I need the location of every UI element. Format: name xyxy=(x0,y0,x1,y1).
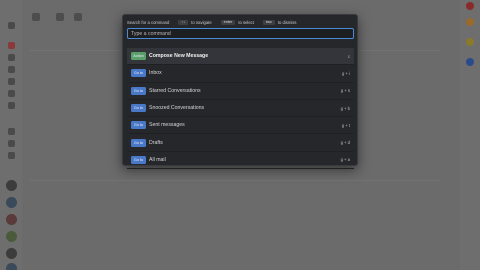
command-search-input[interactable] xyxy=(127,28,354,39)
command-item[interactable]: Go to Snoozed Conversations g + b xyxy=(127,100,354,118)
command-type-badge: Go to xyxy=(131,104,146,113)
command-item[interactable]: Go to Starred Conversations g + s xyxy=(127,83,354,100)
sent-icon[interactable] xyxy=(8,78,15,85)
navigate-hint: to navigate xyxy=(191,19,212,25)
snooze-icon[interactable] xyxy=(8,66,15,73)
command-type-badge: Go to xyxy=(131,86,146,95)
command-item[interactable]: Go to All mail g + a xyxy=(127,152,354,170)
select-key: enter xyxy=(220,19,236,25)
dismiss-hint: to dismiss xyxy=(277,19,297,25)
label-icon[interactable] xyxy=(8,128,15,135)
dismiss-key: esc xyxy=(262,19,275,25)
command-label: Compose New Message xyxy=(149,53,209,60)
command-list: Action Compose New Message c Go to Inbox g + … xyxy=(127,48,354,170)
tasks-icon[interactable] xyxy=(466,58,474,66)
select-hint: to select xyxy=(238,19,254,25)
command-label: Drafts xyxy=(149,139,163,146)
hint-prefix: Search for a command xyxy=(127,19,170,25)
keyboard-shortcut: g + a xyxy=(340,157,350,163)
account-icon[interactable] xyxy=(466,2,474,10)
divider xyxy=(30,180,440,181)
command-label: Starred Conversations xyxy=(149,87,201,94)
command-item[interactable]: Go to Drafts g + d xyxy=(127,134,354,152)
command-type-badge: Go to xyxy=(131,138,146,147)
keyboard-shortcut: g + t xyxy=(341,122,350,128)
drafts-icon[interactable] xyxy=(8,90,15,97)
command-type-badge: Action xyxy=(131,52,146,61)
calendar-icon[interactable] xyxy=(466,18,474,26)
command-label: All mail xyxy=(149,156,166,163)
star-icon[interactable] xyxy=(8,54,15,61)
command-type-badge: Go to xyxy=(131,121,146,130)
command-type-badge: Go to xyxy=(131,69,146,78)
inbox-icon[interactable] xyxy=(8,42,15,49)
keyboard-shortcut: c xyxy=(347,53,350,59)
select-checkbox-icon[interactable] xyxy=(32,13,40,21)
more-icon[interactable] xyxy=(74,13,82,21)
keyboard-shortcut: g + b xyxy=(340,105,350,111)
command-item[interactable]: Go to Inbox g + i xyxy=(127,65,354,83)
command-type-badge: Go to xyxy=(131,155,146,164)
command-label: Sent messages xyxy=(149,122,185,129)
command-label: Snoozed Conversations xyxy=(149,105,205,112)
avatar[interactable] xyxy=(6,231,17,242)
label-icon[interactable] xyxy=(8,140,15,147)
label-icon[interactable] xyxy=(8,102,15,109)
command-label: Inbox xyxy=(149,70,162,77)
avatar[interactable] xyxy=(6,214,17,225)
avatar[interactable] xyxy=(6,248,17,259)
command-palette: Search for a command ↑↓ to navigate ente… xyxy=(122,14,358,170)
avatar[interactable] xyxy=(6,263,17,270)
command-item[interactable]: Go to Sent messages g + t xyxy=(127,117,354,135)
avatar[interactable] xyxy=(6,197,17,208)
keyboard-hints: Search for a command ↑↓ to navigate ente… xyxy=(123,15,357,29)
keyboard-shortcut: g + i xyxy=(341,70,350,76)
right-side-panel xyxy=(460,0,480,270)
keyboard-shortcut: g + d xyxy=(340,140,350,146)
navigate-key: ↑↓ xyxy=(178,19,189,25)
compose-icon[interactable] xyxy=(8,22,15,29)
keyboard-shortcut: g + s xyxy=(340,88,350,94)
command-item[interactable]: Action Compose New Message c xyxy=(127,48,354,66)
label-icon[interactable] xyxy=(8,152,15,159)
refresh-icon[interactable] xyxy=(56,13,64,21)
avatar[interactable] xyxy=(6,180,17,191)
keep-icon[interactable] xyxy=(466,38,474,46)
left-navigation-rail xyxy=(0,0,22,270)
